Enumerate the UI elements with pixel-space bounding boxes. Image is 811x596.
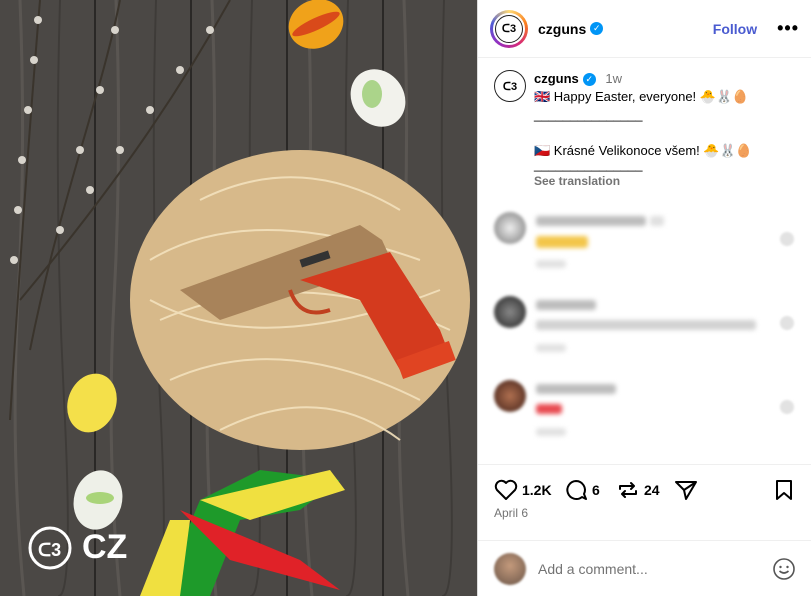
comment-bubble-icon [566,480,587,500]
cz-logo-icon: ᑕ3 [501,23,517,35]
heart-icon [494,479,518,500]
follow-button[interactable]: Follow [713,21,757,37]
watermark-text: CZ [82,528,128,566]
caption-avatar[interactable]: ᑕ3 [494,70,526,102]
caption-time: 1w [605,71,623,86]
profile-avatar[interactable]: ᑕ3 [490,9,528,48]
easter-photo: ᑕ3 [0,0,477,596]
caption-divider: _______________ [534,157,643,172]
verified-badge-icon: ✓ [582,73,596,87]
post-side-panel: ᑕ3 czguns ✓ Follow ••• ᑕ3 czguns ✓ 1w 🇬🇧 … [477,0,811,596]
comment-like-icon[interactable] [780,316,794,330]
share-action[interactable] [674,479,698,501]
caption-username[interactable]: czguns [534,71,579,86]
comment-like-icon[interactable] [780,400,794,414]
header-username[interactable]: czguns [538,21,586,37]
comment-action[interactable]: 6 [564,479,600,501]
more-options-icon[interactable]: ••• [777,18,799,39]
verified-badge-icon: ✓ [590,22,604,35]
emoji-icon[interactable] [772,557,796,581]
see-translation-link[interactable]: See translation [534,172,794,190]
comment-avatar[interactable] [494,296,526,328]
cz-logo-icon: ᑕ3 [502,80,518,93]
comment-item [494,380,794,440]
post-date: April 6 [494,506,529,520]
add-comment-input[interactable]: Add a comment... [538,561,772,577]
comment-item [494,296,794,356]
save-action[interactable] [774,479,794,501]
comment-like-icon[interactable] [780,232,794,246]
comment-count: 6 [592,482,600,498]
current-user-avatar[interactable] [494,552,526,585]
bookmark-icon [776,480,792,500]
svg-text:ᑕ3: ᑕ3 [38,540,61,560]
comment-item [494,212,794,272]
share-icon [675,481,697,500]
caption: ᑕ3 czguns ✓ 1w 🇬🇧 Happy Easter, everyone!… [494,70,794,190]
add-comment-bar: Add a comment... [478,540,811,596]
caption-line-english: 🇬🇧 Happy Easter, everyone! 🐣🐰🥚 [534,89,749,104]
caption-divider: _______________ [534,107,643,122]
repost-icon [619,482,637,498]
like-count: 1.2K [522,482,552,498]
action-bar: 1.2K 6 24 [478,464,811,535]
repost-count: 24 [644,482,660,498]
like-action[interactable]: 1.2K [494,479,552,501]
post-image[interactable]: ᑕ3 CZ [0,0,477,596]
comment-avatar[interactable] [494,212,526,244]
comment-avatar[interactable] [494,380,526,412]
repost-action[interactable]: 24 [616,479,660,501]
post-header: ᑕ3 czguns ✓ Follow ••• [478,0,811,58]
